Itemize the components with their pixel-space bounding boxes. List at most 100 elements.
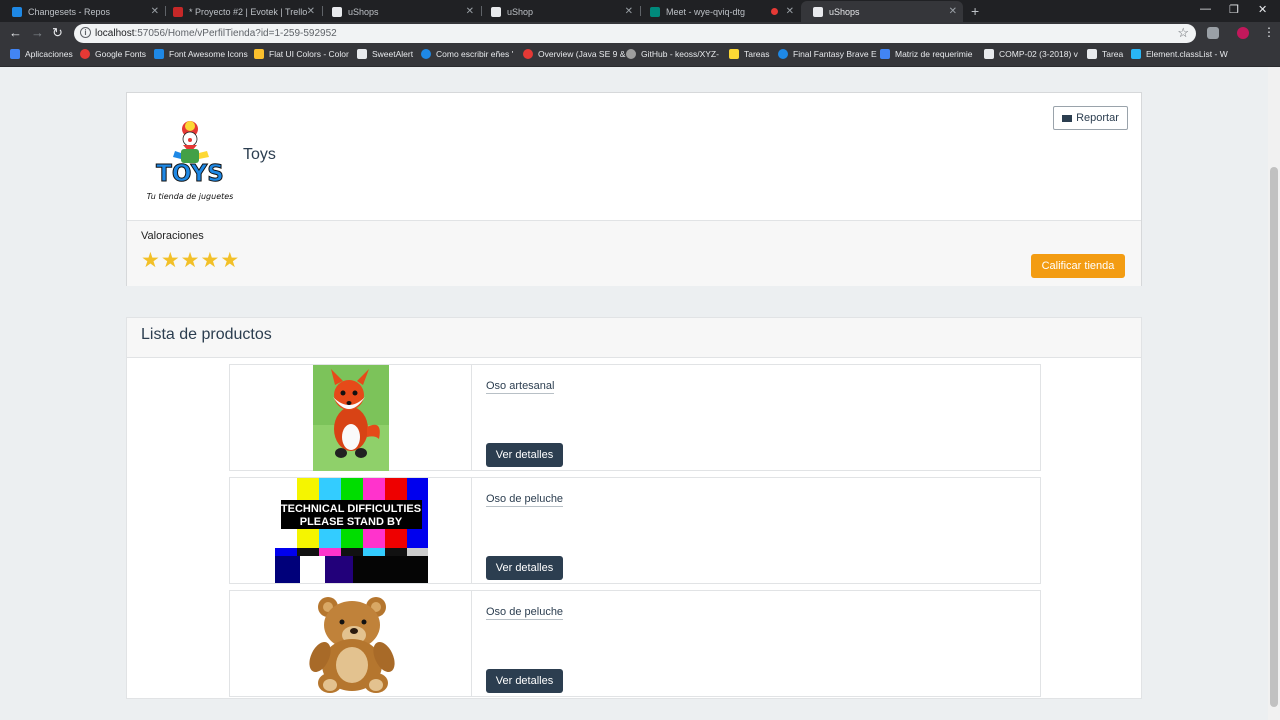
scrollbar-thumb[interactable] <box>1270 167 1278 707</box>
products-title: Lista de productos <box>141 326 272 343</box>
bookmark[interactable]: Google Fonts <box>80 49 146 59</box>
bookmark[interactable]: Element.classList - W <box>1131 49 1228 59</box>
bookmark[interactable]: COMP-02 (3-2018) v <box>984 49 1078 59</box>
bookmark[interactable]: Como escribir eñes ' <box>421 49 513 59</box>
product-item: TECHNICAL DIFFICULTIES PLEASE STAND BY O… <box>229 477 1041 584</box>
github-icon <box>626 49 636 59</box>
meet-icon <box>650 6 660 17</box>
page-icon <box>813 6 823 17</box>
bookmark[interactable]: SweetAlert <box>357 49 413 59</box>
forward-icon[interactable]: → <box>31 25 44 40</box>
browser-toolbar: ← → ↻ i localhost:57056/Home/vPerfilTien… <box>0 22 1280 45</box>
product-image-cell <box>230 365 472 471</box>
rating-stars: ★ ★ ★ ★ ★ <box>141 249 240 272</box>
close-tab-icon[interactable]: ✕ <box>307 6 315 17</box>
mdn-icon <box>1131 49 1141 59</box>
avatar[interactable] <box>1237 27 1249 39</box>
star-icon: ★ <box>220 249 240 272</box>
ratings-section: Valoraciones ★ ★ ★ ★ ★ Calificar tienda <box>127 220 1141 286</box>
product-name[interactable]: Oso de peluche <box>486 493 564 507</box>
browser-tab-active[interactable]: uShops ✕ <box>801 1 963 22</box>
azure-devops-icon <box>12 6 22 17</box>
report-button[interactable]: Reportar <box>1053 106 1128 130</box>
address-url[interactable]: localhost:57056/Home/vPerfilTienda?id=1-… <box>95 28 337 39</box>
browser-tab[interactable]: Changesets - Repos ✕ <box>0 1 165 22</box>
view-details-button[interactable]: Ver detalles <box>486 556 563 580</box>
close-tab-icon[interactable]: ✕ <box>949 6 957 17</box>
page-icon <box>984 49 994 59</box>
product-item: Oso de peluche Ver detalles <box>229 590 1041 697</box>
restore-icon[interactable]: ❐ <box>1229 3 1239 16</box>
close-tab-icon[interactable]: ✕ <box>151 6 159 17</box>
svg-text:TOYS: TOYS <box>156 161 224 187</box>
star-icon: ★ <box>200 249 220 272</box>
reload-icon[interactable]: ↻ <box>52 25 63 41</box>
final-fantasy-icon <box>778 49 788 59</box>
back-icon[interactable]: ← <box>9 25 22 40</box>
store-logo: TOYS Tu tienda de juguetes <box>147 121 234 201</box>
flag-icon <box>154 49 164 59</box>
bookmark[interactable]: Overview (Java SE 9 & <box>523 49 625 59</box>
close-tab-icon[interactable]: ✕ <box>466 6 474 17</box>
new-tab-icon[interactable]: + <box>971 3 979 19</box>
bookmark[interactable]: Matriz de requerimie <box>880 49 972 59</box>
bookmark-apps[interactable]: Aplicaciones <box>10 49 73 59</box>
flat-ui-icon <box>254 49 264 59</box>
address-bar[interactable]: i localhost:57056/Home/vPerfilTienda?id=… <box>74 24 1196 43</box>
envelope-icon <box>1062 114 1073 122</box>
star-icon: ★ <box>180 249 200 272</box>
browser-tab[interactable]: Meet - wye-qviq-dtg ✕ <box>638 1 800 22</box>
page-viewport: TOYS Tu tienda de juguetes Toys Reportar… <box>0 67 1268 720</box>
wordpress-icon <box>421 49 431 59</box>
svg-text:Tu tienda de juguetes: Tu tienda de juguetes <box>147 192 234 201</box>
menu-icon[interactable]: ⋮ <box>1263 25 1275 39</box>
product-name[interactable]: Oso de peluche <box>486 606 564 620</box>
close-window-icon[interactable]: ✕ <box>1258 3 1267 16</box>
close-tab-icon[interactable]: ✕ <box>786 6 794 17</box>
bookmark[interactable]: Tareas <box>729 49 770 59</box>
bookmark[interactable]: GitHub - keoss/XYZ- <box>626 49 719 59</box>
browser-tab[interactable]: uShop ✕ <box>479 1 639 22</box>
rate-store-button[interactable]: Calificar tienda <box>1031 254 1125 278</box>
bookmark[interactable]: Final Fantasy Brave E <box>778 49 877 59</box>
store-name: Toys <box>243 146 276 163</box>
trello-icon <box>173 6 183 17</box>
store-header: TOYS Tu tienda de juguetes Toys Reportar <box>127 93 1141 220</box>
browser-tab-bar: Changesets - Repos ✕ * Proyecto #2 | Evo… <box>0 0 1280 22</box>
browser-tab[interactable]: * Proyecto #2 | Evotek | Trello ✕ <box>161 1 321 22</box>
close-tab-icon[interactable]: ✕ <box>625 6 633 17</box>
info-icon[interactable]: i <box>80 27 91 38</box>
star-icon: ★ <box>160 249 180 272</box>
recording-icon <box>771 8 778 15</box>
product-item: Oso artesanal Ver detalles <box>229 364 1041 471</box>
product-name[interactable]: Oso artesanal <box>486 380 555 394</box>
ratings-label: Valoraciones <box>141 230 204 242</box>
minimize-icon[interactable]: — <box>1200 3 1211 15</box>
camera-icon[interactable] <box>1207 27 1219 39</box>
view-details-button[interactable]: Ver detalles <box>486 669 563 693</box>
product-image-cell <box>230 591 472 696</box>
products-header: Lista de productos <box>127 318 1141 358</box>
page-icon <box>491 6 501 17</box>
svg-text:TECHNICAL DIFFICULTIES: TECHNICAL DIFFICULTIES <box>281 503 421 515</box>
red-fox-plush-image <box>313 365 389 471</box>
products-card: Lista de productos Oso artesanal Ver det… <box>126 317 1142 699</box>
test-pattern-image: TECHNICAL DIFFICULTIES PLEASE STAND BY <box>275 478 428 583</box>
page-icon <box>332 6 342 17</box>
page-scrollbar[interactable] <box>1268 67 1280 720</box>
page-icon <box>357 49 367 59</box>
folder-icon <box>729 49 739 59</box>
view-details-button[interactable]: Ver detalles <box>486 443 563 467</box>
bookmark[interactable]: Flat UI Colors - Color <box>254 49 349 59</box>
store-profile-card: TOYS Tu tienda de juguetes Toys Reportar… <box>126 92 1142 286</box>
svg-text:PLEASE STAND BY: PLEASE STAND BY <box>300 516 403 528</box>
page-icon <box>1087 49 1097 59</box>
bookmark[interactable]: Tarea <box>1087 49 1123 59</box>
bookmark[interactable]: Font Awesome Icons <box>154 49 248 59</box>
browser-tab[interactable]: uShops ✕ <box>320 1 480 22</box>
oracle-icon <box>523 49 533 59</box>
google-fonts-icon <box>80 49 90 59</box>
apps-grid-icon <box>10 49 20 59</box>
bookmark-star-icon[interactable]: ☆ <box>1177 25 1189 41</box>
teddy-bear-image <box>309 597 395 693</box>
